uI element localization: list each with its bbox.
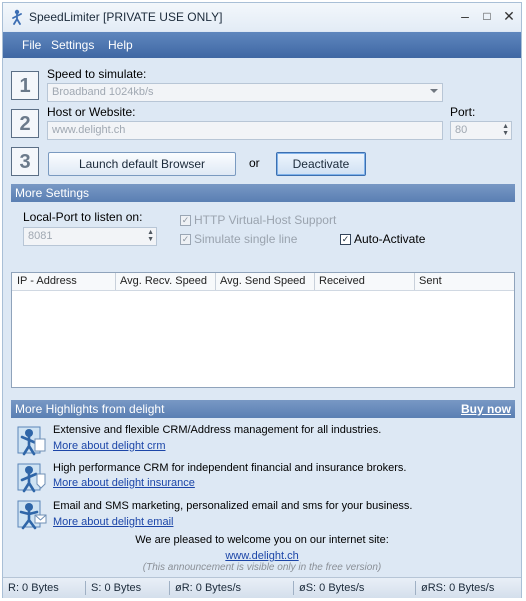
local-port-label: Local-Port to listen on:	[23, 210, 143, 224]
http-vhost-checkbox[interactable]: ✓	[180, 215, 191, 226]
minimize-button[interactable]: –	[455, 7, 475, 25]
connections-table[interactable]: IP - Address Avg. Recv. Speed Avg. Send …	[11, 272, 515, 388]
step-3-badge: 3	[11, 147, 39, 176]
menu-settings[interactable]: Settings	[51, 38, 94, 52]
port-stepper[interactable]: 80 ▲ ▼	[450, 121, 512, 140]
status-avg-recv: øR: 0 Bytes/s	[175, 582, 242, 594]
insurance-person-icon	[17, 463, 46, 493]
crm-person-icon	[17, 426, 46, 456]
menu-bar: File Settings Help	[3, 32, 521, 58]
column-divider[interactable]	[115, 273, 116, 290]
highlight-1-text: Extensive and flexible CRM/Address manag…	[53, 424, 382, 436]
status-avg-rs: øRS: 0 Bytes/s	[421, 582, 495, 594]
website-link-wrap: www.delight.ch	[3, 548, 521, 562]
table-header: IP - Address Avg. Recv. Speed Avg. Send …	[12, 273, 514, 291]
or-label: or	[249, 156, 260, 170]
col-sent[interactable]: Sent	[419, 275, 442, 287]
spinner-arrows-icon[interactable]: ▲ ▼	[502, 123, 509, 137]
speed-select[interactable]: Broadband 1024kb/s	[47, 83, 443, 102]
welcome-text: We are pleased to welcome you on our int…	[135, 534, 389, 546]
column-divider[interactable]	[215, 273, 216, 290]
title-bar[interactable]: SpeedLimiter [PRIVATE USE ONLY] – □ ✕	[3, 3, 521, 31]
host-input-value: www.delight.ch	[52, 124, 126, 136]
menu-help[interactable]: Help	[108, 38, 133, 52]
website-link[interactable]: www.delight.ch	[225, 550, 298, 562]
highlights-header: More Highlights from delight Buy now	[11, 400, 515, 418]
col-avg-send-speed[interactable]: Avg. Send Speed	[220, 275, 305, 287]
port-value: 80	[455, 124, 468, 136]
local-port-stepper[interactable]: 8081 ▲ ▼	[23, 227, 157, 246]
auto-activate-label: Auto-Activate	[354, 232, 426, 246]
step-1-badge: 1	[11, 71, 39, 100]
simulate-single-line-label: Simulate single line	[194, 232, 298, 246]
deactivate-button[interactable]: Deactivate	[276, 152, 366, 176]
step-2-badge: 2	[11, 109, 39, 138]
status-sent: S: 0 Bytes	[91, 582, 142, 594]
speedlimiter-app-icon	[12, 9, 22, 25]
highlights-title: More Highlights from delight	[15, 402, 165, 416]
status-divider	[85, 581, 86, 595]
auto-activate-checkbox[interactable]: ✓	[340, 234, 351, 245]
launch-browser-button[interactable]: Launch default Browser	[48, 152, 236, 176]
close-button[interactable]: ✕	[499, 7, 519, 25]
window-title: SpeedLimiter [PRIVATE USE ONLY]	[29, 10, 223, 24]
speed-select-value: Broadband 1024kb/s	[52, 86, 154, 98]
highlight-3-link[interactable]: More about delight email	[53, 516, 173, 528]
highlight-3-text: Email and SMS marketing, personalized em…	[53, 500, 413, 512]
speed-label: Speed to simulate:	[47, 67, 147, 81]
column-divider[interactable]	[314, 273, 315, 290]
column-divider[interactable]	[414, 273, 415, 290]
host-input[interactable]: www.delight.ch	[47, 121, 443, 140]
status-divider	[293, 581, 294, 595]
menu-file[interactable]: File	[22, 38, 41, 52]
status-received: R: 0 Bytes	[8, 582, 59, 594]
highlight-1-link[interactable]: More about delight crm	[53, 440, 166, 452]
chevron-down-icon	[430, 89, 438, 93]
http-vhost-label: HTTP Virtual-Host Support	[194, 213, 337, 227]
port-label: Port:	[450, 105, 476, 119]
host-label: Host or Website:	[47, 105, 136, 119]
email-person-icon	[17, 500, 47, 530]
status-avg-send: øS: 0 Bytes/s	[299, 582, 365, 594]
spinner-arrows-icon[interactable]: ▲ ▼	[147, 229, 154, 243]
buy-now-link[interactable]: Buy now	[461, 400, 511, 418]
maximize-button[interactable]: □	[477, 7, 497, 25]
status-bar: R: 0 Bytes S: 0 Bytes øR: 0 Bytes/s øS: …	[3, 577, 521, 598]
app-window: SpeedLimiter [PRIVATE USE ONLY] – □ ✕ Fi…	[2, 2, 522, 598]
col-ip-address[interactable]: IP - Address	[17, 275, 77, 287]
highlight-2-text: High performance CRM for independent fin…	[53, 462, 407, 474]
highlight-2-link[interactable]: More about delight insurance	[53, 477, 195, 489]
free-version-notice: (This announcement is visible only in th…	[142, 562, 382, 573]
col-received[interactable]: Received	[319, 275, 365, 287]
simulate-single-line-checkbox[interactable]: ✓	[180, 234, 191, 245]
more-settings-header: More Settings	[11, 184, 515, 202]
col-avg-recv-speed[interactable]: Avg. Recv. Speed	[120, 275, 207, 287]
local-port-value: 8081	[28, 230, 53, 242]
status-divider	[169, 581, 170, 595]
status-divider	[415, 581, 416, 595]
